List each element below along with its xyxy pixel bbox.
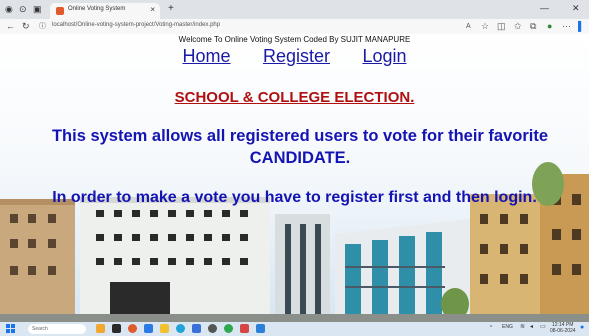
file-explorer-icon[interactable] — [160, 324, 169, 333]
clock-date[interactable]: 08-06-2024 — [550, 329, 576, 334]
refresh-icon[interactable]: ↻ — [22, 21, 30, 31]
register-link[interactable]: Register — [263, 46, 330, 66]
main-nav: Home Register Login — [0, 46, 589, 67]
start-button[interactable] — [6, 324, 16, 334]
collections-icon[interactable]: ⧉ — [530, 21, 536, 31]
chrome-icon[interactable] — [224, 324, 233, 333]
url-field[interactable]: localhost/Online-voting-system-project/V… — [52, 22, 220, 28]
language-indicator[interactable]: ENG — [502, 325, 513, 330]
profile-icon[interactable]: ◉ — [5, 4, 13, 15]
back-icon[interactable]: ← — [6, 21, 15, 31]
wifi-icon[interactable]: ≋ — [520, 324, 525, 330]
app-icon-1[interactable] — [128, 324, 137, 333]
task-view-icon[interactable] — [112, 324, 121, 333]
browser-tab-bar: ◉ ⊙ ▣ Online Voting System × + — ✕ — [0, 0, 589, 19]
description-text: This system allows all registered users … — [51, 127, 549, 167]
address-bar: ← ↻ ⓘ localhost/Online-voting-system-pro… — [0, 19, 589, 34]
login-link[interactable]: Login — [362, 46, 406, 66]
battery-icon[interactable]: ▭ — [540, 324, 546, 330]
copilot-icon[interactable]: ● — [547, 21, 552, 31]
app-icon-2[interactable] — [208, 324, 217, 333]
tray-chevron-icon[interactable]: ^ — [490, 326, 492, 331]
split-screen-icon[interactable]: ◫ — [497, 21, 506, 31]
history-icon[interactable]: ⊙ — [19, 4, 27, 15]
favorite-star-icon[interactable]: ☆ — [481, 21, 489, 31]
welcome-text: Welcome To Online Voting System Coded By… — [178, 35, 411, 44]
close-window-button[interactable]: ✕ — [572, 3, 580, 14]
vscode-icon[interactable] — [256, 324, 265, 333]
edge-browser-icon[interactable] — [176, 324, 185, 333]
tab-close-icon[interactable]: × — [150, 5, 155, 14]
store-icon[interactable] — [192, 324, 201, 333]
minimize-button[interactable]: — — [540, 3, 549, 13]
app-icon-3[interactable] — [240, 324, 249, 333]
notification-icon[interactable]: ● — [580, 324, 584, 331]
more-options-icon[interactable]: ⋯ — [562, 21, 571, 31]
windows-taskbar: Search ^ ENG ≋ ◂ ▭ 12:14 PM 08-06-2024 ● — [0, 322, 589, 336]
home-link[interactable]: Home — [183, 46, 231, 66]
election-title: SCHOOL & COLLEGE ELECTION. — [174, 89, 415, 106]
campus-background-image — [0, 34, 589, 322]
tab-actions-icon[interactable]: ▣ — [33, 4, 42, 15]
tab-title: Online Voting System — [68, 6, 126, 12]
read-aloud-icon[interactable]: A — [466, 22, 471, 32]
taskbar-search-box[interactable]: Search — [28, 324, 86, 334]
browser-tab[interactable]: Online Voting System × — [50, 3, 160, 19]
speaker-icon[interactable]: ◂ — [530, 324, 533, 330]
chat-icon[interactable] — [144, 324, 153, 333]
web-page: Welcome To Online Voting System Coded By… — [0, 34, 589, 322]
site-info-icon[interactable]: ⓘ — [39, 22, 46, 32]
new-tab-button[interactable]: + — [168, 3, 174, 14]
sidebar-toggle-icon[interactable]: ▌ — [578, 21, 584, 31]
instruction-text: In order to make a vote you have to regi… — [52, 189, 537, 206]
weather-widget-icon[interactable] — [96, 324, 105, 333]
site-favicon-icon — [56, 7, 64, 15]
favorites-icon[interactable]: ✩ — [514, 21, 522, 31]
